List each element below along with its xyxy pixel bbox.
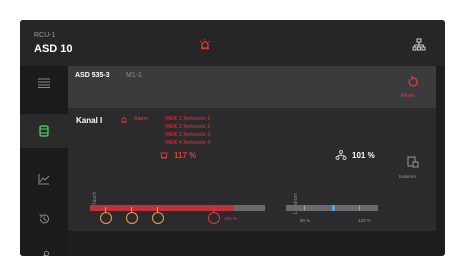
alarm-status: Alarm [134, 116, 149, 122]
airflow-min-label: 80 % [300, 218, 311, 223]
airflow-max-label: 120 % [358, 218, 371, 223]
smoke-detector-icon [152, 212, 164, 224]
detector-module: M1-1 [126, 72, 142, 79]
isolate-icon[interactable] [407, 156, 419, 168]
smoke-detector-icon [126, 212, 138, 224]
sidebar-item-list[interactable] [34, 73, 54, 93]
smoke-detector-icon [100, 212, 112, 224]
airflow-tick [359, 205, 360, 211]
detector-model: ASD 535-3 [75, 72, 110, 79]
pipe-list: REK 1 Rohrnetz 1 REK 2 Rohrnetz 2 REK 3 … [166, 115, 210, 147]
chart-icon [38, 174, 50, 185]
alarm-bell-icon [159, 152, 169, 159]
main-content: ASD 535-3 M1-1 Reset Kanal I Alarm REK 1… [68, 66, 436, 256]
list-icon [38, 78, 50, 88]
alarm-threshold-icon [208, 212, 220, 224]
smoke-level-fill [90, 205, 234, 211]
alarm-bell-icon[interactable] [198, 38, 212, 52]
threshold-label: 100 % [224, 216, 237, 221]
isolate-button[interactable]: Isolieren [399, 174, 416, 179]
reset-icon[interactable] [407, 76, 419, 88]
network-icon[interactable] [412, 38, 426, 52]
wrench-icon [42, 250, 50, 256]
device-icon [39, 125, 49, 137]
history-icon [39, 214, 49, 224]
device-screen: RCU-1 ASD 10 ASD 535-3 M1-1 Reset Kanal … [20, 20, 445, 256]
detector-header: ASD 535-3 M1-1 Reset [68, 66, 436, 108]
smoke-level-bar [90, 205, 265, 211]
unit-id: RCU-1 [34, 32, 56, 39]
channel-name: Kanal I [76, 116, 103, 125]
airflow-marker [332, 205, 335, 211]
list-item: REK 4 Rohrnetz 4 [166, 140, 211, 146]
airflow-value: 101 % [352, 151, 375, 160]
unit-name: ASD 10 [34, 43, 73, 55]
alarm-bell-icon [121, 116, 127, 123]
list-item: REK 3 Rohrnetz 3 [166, 132, 211, 138]
smoke-value: 117 % [174, 151, 197, 160]
list-item: REK 2 Rohrnetz 2 [166, 124, 211, 130]
airflow-icon [335, 150, 347, 160]
smoke-axis-label: Rauch [92, 191, 98, 206]
airflow-tick [304, 205, 305, 211]
sidebar-item-chart[interactable] [34, 169, 54, 189]
sidebar-item-device[interactable] [34, 121, 54, 141]
sidebar-item-tools[interactable] [34, 246, 54, 256]
top-bar: RCU-1 ASD 10 [20, 20, 445, 66]
airflow-bar [286, 205, 378, 211]
sidebar-item-history[interactable] [34, 209, 54, 229]
sidebar [20, 66, 68, 256]
reset-button[interactable]: Reset [401, 93, 414, 99]
list-item: REK 1 Rohrnetz 1 [166, 116, 211, 122]
channel-panel: Kanal I Alarm REK 1 Rohrnetz 1 REK 2 Roh… [68, 108, 436, 231]
